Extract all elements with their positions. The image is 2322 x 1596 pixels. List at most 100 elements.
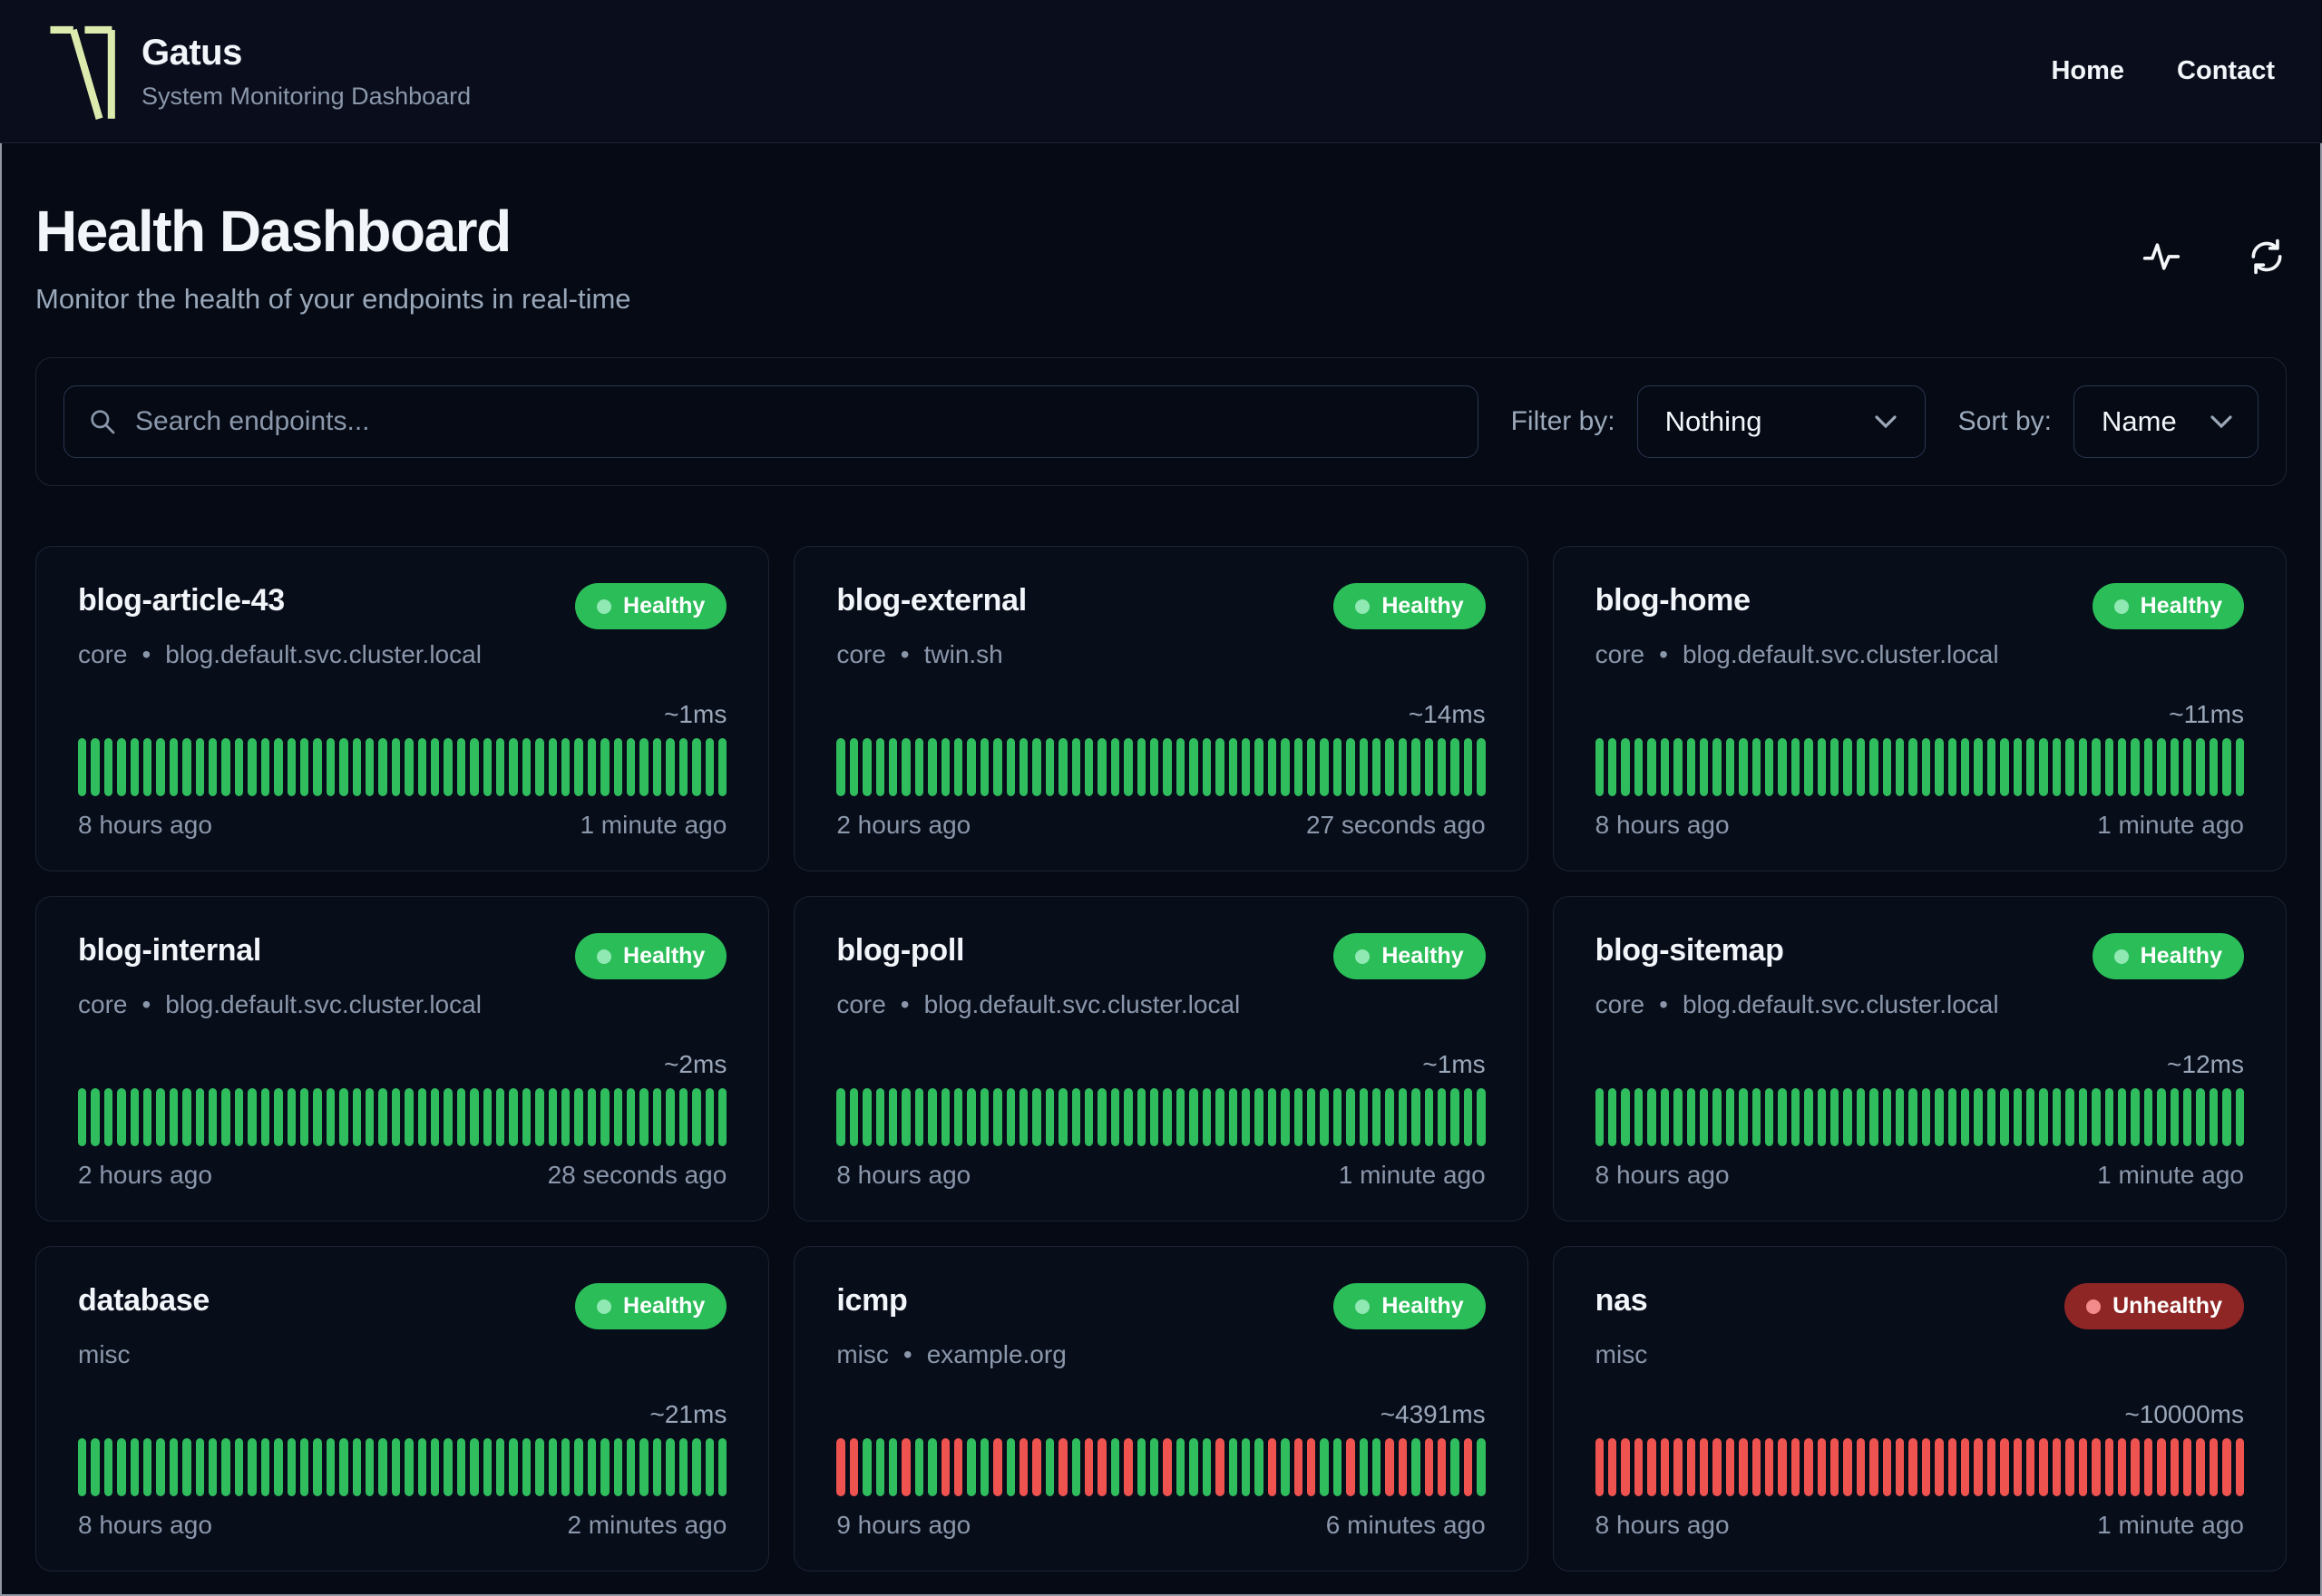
- uptime-bar-success[interactable]: [313, 1438, 322, 1496]
- uptime-bar-success[interactable]: [836, 1088, 845, 1146]
- uptime-bar-success[interactable]: [456, 738, 466, 796]
- uptime-bar-success[interactable]: [1215, 738, 1224, 796]
- uptime-bar-success[interactable]: [91, 738, 100, 796]
- uptime-bar-success[interactable]: [1647, 738, 1656, 796]
- uptime-bar-failure[interactable]: [1306, 1438, 1316, 1496]
- uptime-bar-failure[interactable]: [1398, 1438, 1408, 1496]
- uptime-bar-success[interactable]: [1293, 1088, 1302, 1146]
- uptime-bar-success[interactable]: [78, 738, 87, 796]
- uptime-bar-failure[interactable]: [2092, 1438, 2101, 1496]
- uptime-bar-success[interactable]: [666, 738, 675, 796]
- uptime-bar-success[interactable]: [914, 1088, 924, 1146]
- uptime-bar-success[interactable]: [953, 738, 963, 796]
- uptime-bar-success[interactable]: [587, 1088, 597, 1146]
- uptime-bar-success[interactable]: [234, 738, 244, 796]
- uptime-bar-success[interactable]: [221, 1438, 230, 1496]
- uptime-bar-success[interactable]: [1725, 738, 1735, 796]
- uptime-bar-success[interactable]: [2117, 738, 2127, 796]
- uptime-bar-success[interactable]: [496, 1088, 505, 1146]
- uptime-bar-success[interactable]: [195, 1438, 205, 1496]
- uptime-bar-success[interactable]: [248, 1438, 257, 1496]
- uptime-bar-success[interactable]: [535, 1088, 544, 1146]
- uptime-bar-success[interactable]: [117, 1088, 126, 1146]
- uptime-bar-success[interactable]: [1045, 1088, 1055, 1146]
- uptime-bar-success[interactable]: [1332, 738, 1342, 796]
- uptime-bar-failure[interactable]: [1293, 1438, 1302, 1496]
- uptime-bar-success[interactable]: [561, 1438, 571, 1496]
- uptime-bar-success[interactable]: [169, 1438, 179, 1496]
- uptime-bar-failure[interactable]: [836, 1438, 845, 1496]
- uptime-bar-success[interactable]: [980, 1088, 990, 1146]
- uptime-bar-failure[interactable]: [1621, 1438, 1630, 1496]
- uptime-bar-success[interactable]: [209, 1438, 218, 1496]
- uptime-bar-success[interactable]: [1751, 1088, 1761, 1146]
- uptime-bar-success[interactable]: [299, 1438, 309, 1496]
- uptime-bar-success[interactable]: [1202, 1088, 1212, 1146]
- uptime-bar-success[interactable]: [1790, 738, 1800, 796]
- uptime-bar-success[interactable]: [574, 738, 583, 796]
- uptime-bar-success[interactable]: [849, 1088, 859, 1146]
- uptime-bar-success[interactable]: [1254, 1088, 1263, 1146]
- uptime-bar-success[interactable]: [1281, 1438, 1290, 1496]
- uptime-bar-success[interactable]: [902, 738, 911, 796]
- uptime-bar-success[interactable]: [666, 1088, 675, 1146]
- uptime-bar-success[interactable]: [1660, 1088, 1670, 1146]
- uptime-bar-success[interactable]: [260, 1088, 270, 1146]
- uptime-bar-success[interactable]: [1228, 1438, 1237, 1496]
- uptime-bar-success[interactable]: [875, 1438, 884, 1496]
- uptime-bar-success[interactable]: [522, 1088, 532, 1146]
- uptime-bar-failure[interactable]: [2209, 1438, 2219, 1496]
- uptime-bar-success[interactable]: [2235, 1088, 2244, 1146]
- uptime-bar-success[interactable]: [1150, 738, 1159, 796]
- uptime-bar-success[interactable]: [692, 1438, 701, 1496]
- uptime-bar-failure[interactable]: [1739, 1438, 1748, 1496]
- uptime-bar-success[interactable]: [313, 1088, 322, 1146]
- uptime-bar-success[interactable]: [365, 1438, 375, 1496]
- uptime-bar-success[interactable]: [652, 1088, 662, 1146]
- uptime-bar-success[interactable]: [2117, 1088, 2127, 1146]
- uptime-bar-success[interactable]: [156, 1438, 165, 1496]
- uptime-bar-failure[interactable]: [1882, 1438, 1891, 1496]
- uptime-bar-failure[interactable]: [902, 1438, 911, 1496]
- uptime-bar-failure[interactable]: [1346, 1438, 1355, 1496]
- uptime-bar-failure[interactable]: [953, 1438, 963, 1496]
- uptime-bar-success[interactable]: [1110, 1438, 1120, 1496]
- uptime-bar-success[interactable]: [705, 1088, 714, 1146]
- uptime-bar-success[interactable]: [535, 1438, 544, 1496]
- refresh-icon[interactable]: [2247, 237, 2287, 277]
- endpoint-card[interactable]: blog-home Healthy core • blog.default.sv…: [1552, 546, 2287, 871]
- uptime-bar-success[interactable]: [902, 1088, 911, 1146]
- uptime-bar-success[interactable]: [1477, 1438, 1486, 1496]
- uptime-bar-success[interactable]: [1699, 1088, 1709, 1146]
- uptime-bar-failure[interactable]: [1098, 1438, 1107, 1496]
- uptime-bar-failure[interactable]: [1804, 1438, 1813, 1496]
- uptime-bar-success[interactable]: [2196, 1088, 2205, 1146]
- search-input[interactable]: [135, 406, 1454, 437]
- uptime-bar-success[interactable]: [1137, 738, 1146, 796]
- endpoint-card[interactable]: icmp Healthy misc • example.org ~4391ms …: [794, 1246, 1528, 1572]
- uptime-bar-success[interactable]: [928, 1438, 937, 1496]
- uptime-bar-failure[interactable]: [2117, 1438, 2127, 1496]
- uptime-bar-success[interactable]: [156, 738, 165, 796]
- uptime-bar-failure[interactable]: [1725, 1438, 1735, 1496]
- uptime-bar-success[interactable]: [430, 1438, 440, 1496]
- uptime-bar-success[interactable]: [1608, 738, 1617, 796]
- uptime-bar-success[interactable]: [1764, 1088, 1774, 1146]
- uptime-bar-failure[interactable]: [2131, 1438, 2140, 1496]
- uptime-bar-success[interactable]: [143, 1438, 152, 1496]
- uptime-bar-success[interactable]: [1921, 1088, 1931, 1146]
- uptime-bar-success[interactable]: [2131, 738, 2140, 796]
- uptime-bar-failure[interactable]: [993, 1438, 1002, 1496]
- uptime-bar-success[interactable]: [1124, 738, 1133, 796]
- uptime-bar-success[interactable]: [1935, 738, 1944, 796]
- uptime-bar-success[interactable]: [953, 1088, 963, 1146]
- uptime-bar-success[interactable]: [1947, 1088, 1957, 1146]
- uptime-bar-failure[interactable]: [1986, 1438, 1996, 1496]
- uptime-bar-success[interactable]: [1332, 1088, 1342, 1146]
- uptime-bar-success[interactable]: [639, 1438, 649, 1496]
- uptime-bar-success[interactable]: [705, 1438, 714, 1496]
- uptime-bar-success[interactable]: [666, 1438, 675, 1496]
- uptime-bar-failure[interactable]: [1608, 1438, 1617, 1496]
- uptime-bar-success[interactable]: [600, 738, 610, 796]
- uptime-bar-success[interactable]: [1986, 1088, 1996, 1146]
